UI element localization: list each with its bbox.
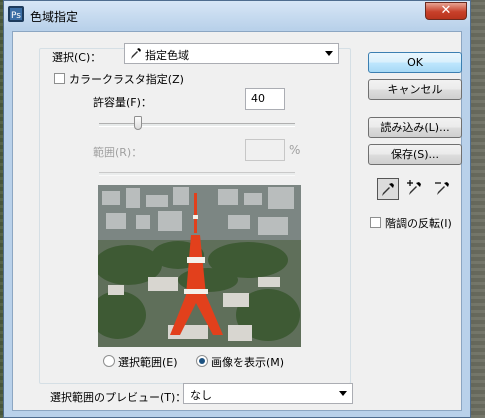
chevron-down-icon	[339, 391, 347, 396]
dialog-client-area: 選択(C)： 指定色域 カラークラスタ指定(Z) 許容量(F)： 40 範囲(R…	[12, 31, 462, 411]
preview-select-label: 選択範囲のプレビュー(T)：	[50, 391, 187, 404]
tokyo-tower-photo	[98, 185, 301, 347]
eyedropper-tool[interactable]	[377, 178, 399, 200]
ok-button[interactable]: OK	[368, 52, 462, 73]
eyedropper-icon	[382, 183, 394, 196]
cluster-label: カラークラスタ指定(Z)	[69, 73, 184, 86]
selection-radio[interactable]	[103, 355, 115, 367]
tolerance-field[interactable]: 40	[245, 88, 285, 110]
cancel-button[interactable]: キャンセル	[368, 79, 462, 100]
load-button[interactable]: 読み込み(L)...	[368, 117, 462, 138]
invert-label: 階調の反転(I)	[385, 217, 452, 230]
selection-radio-label: 選択範囲(E)	[118, 356, 178, 369]
select-label: 選択(C)：	[52, 51, 102, 64]
eyedropper-minus-icon	[435, 182, 449, 195]
eyedropper-add-tool[interactable]	[405, 178, 427, 200]
title-bar[interactable]: Ps 色域指定 ✕	[4, 1, 470, 29]
color-range-dialog: Ps 色域指定 ✕ 選択(C)： 指定色域 カラークラスタ指定(Z) 許容量(F…	[3, 0, 471, 418]
chevron-down-icon	[325, 51, 333, 56]
select-dropdown[interactable]: 指定色域	[124, 43, 339, 64]
preview-select-value: なし	[190, 389, 212, 402]
eyedropper-subtract-tool[interactable]	[433, 178, 455, 200]
image-radio-label: 画像を表示(M)	[211, 356, 285, 369]
eyedropper-icon	[131, 48, 141, 59]
invert-checkbox[interactable]	[370, 217, 381, 228]
range-slider-track[interactable]	[99, 172, 295, 176]
eyedropper-plus-icon	[407, 180, 421, 195]
photoshop-app-icon: Ps	[8, 6, 24, 22]
tolerance-slider-thumb[interactable]	[134, 116, 143, 130]
svg-text:Ps: Ps	[11, 11, 21, 21]
range-label: 範囲(R)：	[93, 146, 143, 159]
window-title: 色域指定	[30, 10, 79, 24]
close-icon: ✕	[440, 3, 452, 18]
close-button[interactable]: ✕	[425, 2, 467, 20]
select-value: 指定色域	[145, 49, 189, 62]
save-button[interactable]: 保存(S)...	[368, 144, 462, 165]
tolerance-slider-track[interactable]	[99, 123, 295, 127]
range-unit: %	[289, 143, 301, 157]
preview-image[interactable]	[98, 185, 301, 347]
preview-select-dropdown[interactable]: なし	[183, 383, 353, 404]
tolerance-label: 許容量(F)：	[93, 96, 152, 109]
image-radio[interactable]	[196, 355, 208, 367]
range-field[interactable]	[245, 139, 285, 161]
cluster-checkbox[interactable]	[54, 73, 65, 84]
